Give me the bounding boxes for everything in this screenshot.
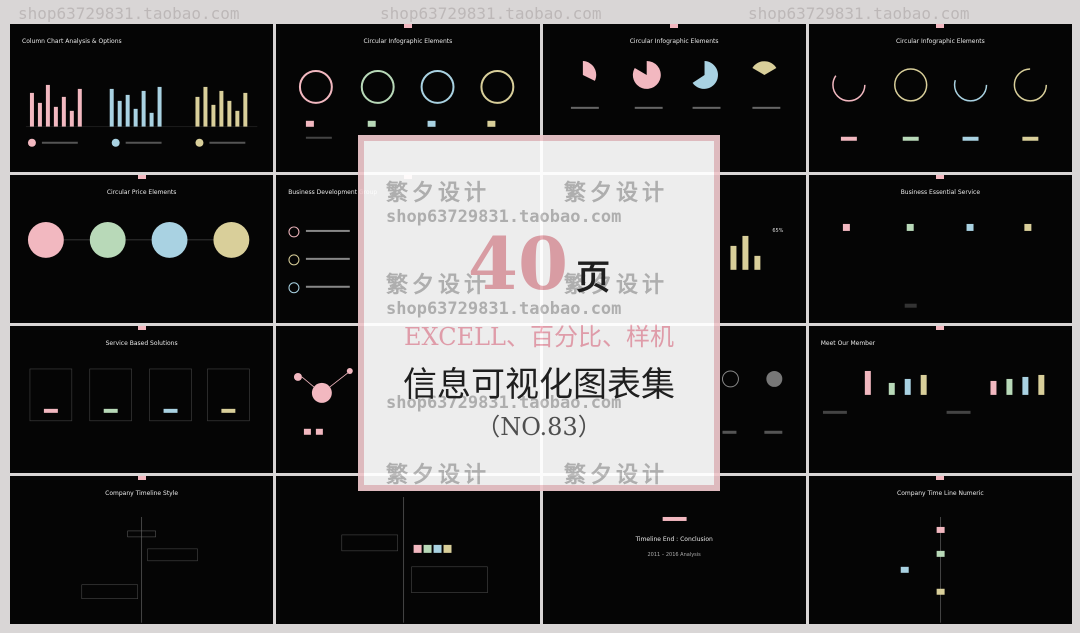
- collection-title: 信息可视化图表集: [403, 365, 675, 405]
- slide-business-essential[interactable]: Business Essential Service: [808, 174, 1072, 323]
- gold-bars: [195, 86, 248, 127]
- blue-bars: [109, 86, 162, 127]
- top-watermark-2: shop63729831.taobao.com: [380, 4, 602, 22]
- slide-company-timeline[interactable]: Company Timeline Style: [10, 476, 274, 624]
- watermark-brand-6: 繁夕设计: [564, 463, 669, 488]
- slide-meet-member[interactable]: Meet Our Member: [808, 325, 1072, 474]
- slide-service-solutions[interactable]: Service Based Solutions: [10, 325, 274, 474]
- price-circles: [27, 221, 250, 258]
- top-watermark-1: shop63729831.taobao.com: [18, 4, 240, 22]
- slide-circular-progress[interactable]: Circular Infographic Elements: [808, 24, 1072, 172]
- timeline-end-tag: [662, 517, 687, 522]
- timeline-blocks: [341, 497, 488, 623]
- top-watermark-3: shop63729831.taobao.com: [748, 4, 970, 22]
- svg-text:65%: 65%: [772, 228, 783, 234]
- title-card: 繁夕设计 繁夕设计 shop63729831.taobao.com 繁夕设计 繁…: [358, 135, 720, 491]
- top-watermark-strip: shop63729831.taobao.com shop63729831.tao…: [0, 2, 1080, 22]
- page-count-number: 40: [467, 221, 569, 306]
- slide-timeline-blocks[interactable]: [276, 476, 540, 624]
- progress-ring-thumbnails: [831, 68, 1047, 141]
- slide-column-chart[interactable]: Column Chart Analysis & Options: [10, 24, 274, 172]
- page-count: 40 页: [364, 221, 714, 306]
- feature-list: EXCELL、百分比、样机: [404, 323, 674, 351]
- watermark-brand-2: 繁夕设计: [564, 181, 669, 206]
- essential-icons: [842, 223, 1032, 308]
- pink-bars: [29, 84, 82, 127]
- member-bars: [822, 370, 1045, 414]
- collection-number: （NO.83）: [476, 413, 602, 441]
- timeline-numeric: [900, 517, 945, 623]
- slide-timeline-end[interactable]: Timeline End : Conclusion 2011 – 2016 An…: [542, 476, 806, 624]
- slide-timeline-numeric[interactable]: Company Time Line Numeric: [808, 476, 1072, 624]
- watermark-brand-5: 繁夕设计: [386, 463, 491, 488]
- column-chart-thumbnails: [25, 84, 258, 147]
- timeline-vertical: [81, 517, 198, 623]
- watermark-brand-1: 繁夕设计: [386, 181, 491, 206]
- page-count-unit: 页: [576, 258, 611, 298]
- slide-circular-price[interactable]: Circular Price Elements: [10, 174, 274, 323]
- service-cards: [29, 368, 250, 421]
